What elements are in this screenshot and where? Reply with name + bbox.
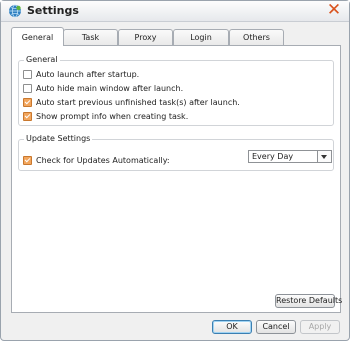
tab-login[interactable]: Login <box>173 29 229 45</box>
update-frequency-select[interactable]: Every Day <box>248 150 332 163</box>
update-group-title: Update Settings <box>24 134 93 143</box>
auto-update-option[interactable]: Check for Updates Automatically: <box>23 154 170 166</box>
general-group: General Auto launch after startup. Auto … <box>18 55 334 126</box>
close-icon[interactable]: ✕ <box>325 2 343 20</box>
ok-button[interactable]: OK <box>212 320 252 334</box>
window-title: Settings <box>27 4 79 17</box>
settings-window: Settings ✕ General Task Proxy Login Othe… <box>0 0 350 341</box>
auto-launch-option[interactable]: Auto launch after startup. <box>23 68 139 80</box>
auto-launch-label: Auto launch after startup. <box>36 69 140 79</box>
tab-others[interactable]: Others <box>229 29 284 45</box>
title-bar: Settings ✕ <box>1 1 349 22</box>
auto-launch-checkbox[interactable] <box>23 69 32 79</box>
auto-start-checkbox[interactable] <box>23 97 32 107</box>
auto-hide-checkbox[interactable] <box>23 83 32 93</box>
chevron-down-icon[interactable] <box>317 151 331 162</box>
auto-start-option[interactable]: Auto start previous unfinished task(s) a… <box>23 96 240 108</box>
show-prompt-option[interactable]: Show prompt info when creating task. <box>23 110 188 122</box>
update-settings-group: Update Settings Check for Updates Automa… <box>18 134 334 171</box>
general-group-title: General <box>24 55 60 64</box>
auto-update-label: Check for Updates Automatically: <box>36 155 170 165</box>
tab-general[interactable]: General <box>11 27 64 46</box>
show-prompt-label: Show prompt info when creating task. <box>36 111 189 121</box>
tab-task[interactable]: Task <box>63 29 118 45</box>
restore-defaults-button[interactable]: Restore Defaults <box>275 294 342 308</box>
cancel-button[interactable]: Cancel <box>256 320 296 334</box>
update-frequency-value: Every Day <box>252 152 294 161</box>
show-prompt-checkbox[interactable] <box>23 111 32 121</box>
auto-update-checkbox[interactable] <box>23 155 32 165</box>
tab-proxy[interactable]: Proxy <box>118 29 173 45</box>
auto-hide-option[interactable]: Auto hide main window after launch. <box>23 82 183 94</box>
auto-start-label: Auto start previous unfinished task(s) a… <box>36 97 240 107</box>
apply-button[interactable]: Apply <box>300 320 340 334</box>
auto-hide-label: Auto hide main window after launch. <box>36 83 184 93</box>
globe-icon <box>9 4 21 18</box>
general-tab-panel: General Auto launch after startup. Auto … <box>11 45 342 313</box>
